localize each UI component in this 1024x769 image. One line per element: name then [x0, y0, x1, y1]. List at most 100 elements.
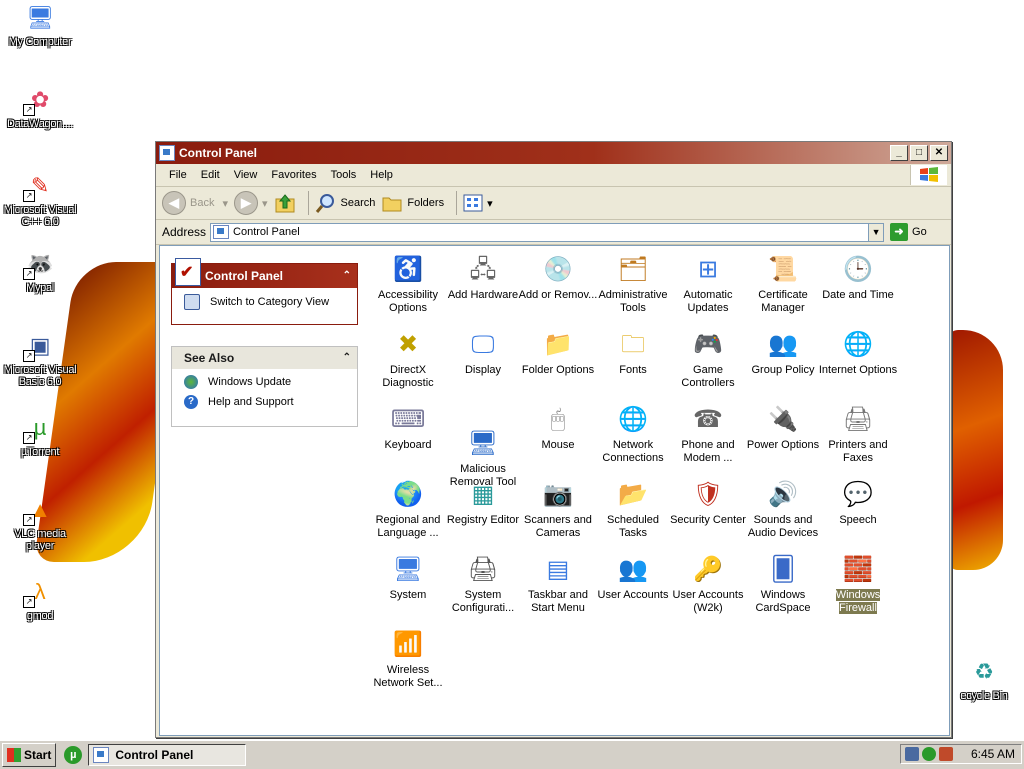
cp-item-sound[interactable]: 🔊 Sounds and Audio Devices: [743, 477, 823, 540]
close-button[interactable]: ✕: [930, 145, 948, 161]
visual-cpp-icon: ✎ ↗: [23, 170, 57, 202]
menu-file[interactable]: File: [162, 169, 194, 181]
cp-item-power[interactable]: 🔌 Power Options: [743, 402, 823, 452]
minimize-button[interactable]: _: [890, 145, 908, 161]
title-bar[interactable]: Control Panel _ □ ✕: [156, 142, 951, 164]
address-label: Address: [162, 225, 207, 239]
cp-item-internet-options[interactable]: 🌐 Internet Options: [818, 327, 898, 377]
windows-update-link[interactable]: Windows Update: [172, 369, 357, 389]
help-support-link[interactable]: ? Help and Support: [172, 389, 357, 409]
cp-item-firewall[interactable]: 🧱 Windows Firewall: [818, 552, 898, 615]
cp-item-phone-modem[interactable]: ☎ Phone and Modem ...: [668, 402, 748, 465]
vlc-icon: ▲ ↗: [23, 494, 57, 526]
cp-item-label: Mouse: [541, 439, 575, 451]
cp-item-label: Scanners and Cameras: [524, 514, 592, 539]
computer-icon: 🖥: [26, 5, 54, 30]
cp-item-security[interactable]: 🛡 Security Center: [668, 477, 748, 527]
cp-item-network[interactable]: 🌐 Network Connections: [593, 402, 673, 465]
desktop-icon-computer[interactable]: 🖥 My Computer: [0, 2, 80, 48]
cp-item-keyboard[interactable]: ⌨ Keyboard: [368, 402, 448, 452]
desktop-icon-visual-cpp[interactable]: ✎ ↗ Microsoft Visual C++ 6.0: [0, 170, 80, 228]
desktop-icon-visual-basic[interactable]: ▣ ↗ Microsoft Visual Basic 6.0: [0, 330, 80, 388]
speech-icon: 💬: [843, 480, 873, 508]
cp-item-label: Display: [464, 364, 502, 376]
cp-item-user-accounts-w2k[interactable]: 🔑 User Accounts (W2k): [668, 552, 748, 615]
menu-help[interactable]: Help: [363, 169, 400, 181]
address-input[interactable]: Control Panel ▼: [210, 222, 885, 242]
desktop-icon-datawagon[interactable]: ✿ ↗ DataWagon....: [0, 84, 80, 130]
cp-item-directx[interactable]: ✖ DirectX Diagnostic: [368, 327, 448, 390]
menu-edit[interactable]: Edit: [194, 169, 227, 181]
cp-item-game-controller[interactable]: 🎮 Game Controllers: [668, 327, 748, 390]
cp-item-label: Security Center: [670, 514, 746, 526]
folders-button[interactable]: Folders: [381, 192, 444, 214]
desktop-icon-vlc[interactable]: ▲ ↗ VLC media player: [0, 494, 80, 552]
menu-favorites[interactable]: Favorites: [264, 169, 323, 181]
shortcut-arrow-icon: ↗: [23, 514, 35, 526]
back-button[interactable]: ◀ Back ▾: [162, 191, 228, 215]
cp-item-certificate[interactable]: 📜 Certificate Manager: [743, 252, 823, 315]
maximize-button[interactable]: □: [910, 145, 928, 161]
cp-item-accessibility[interactable]: ♿ Accessibility Options: [368, 252, 448, 315]
collapse-chevron-icon[interactable]: ⌃: [343, 264, 351, 288]
utorrent-quicklaunch-icon[interactable]: µ: [64, 746, 83, 764]
desktop-icon-gmod[interactable]: λ ↗ gmod: [0, 576, 80, 622]
category-view-icon: [184, 294, 200, 310]
datawagon-icon: ✿ ↗: [23, 84, 57, 116]
cp-item-label: System Configurati...: [451, 589, 515, 614]
taskbar-item-control-panel[interactable]: Control Panel: [88, 744, 247, 766]
views-button[interactable]: ▾: [463, 193, 493, 213]
menu-bar: File Edit View Favorites Tools Help: [156, 164, 951, 187]
cp-item-automatic-updates[interactable]: ⊞ Automatic Updates: [668, 252, 748, 315]
cp-item-system[interactable]: 🖥 System: [368, 552, 448, 602]
cp-item-add-remove-programs[interactable]: 💿 Add or Remov...: [518, 252, 598, 302]
clock: 6:45 AM: [970, 747, 1015, 761]
cp-item-taskbar[interactable]: ▤ Taskbar and Start Menu: [518, 552, 598, 615]
up-button[interactable]: [274, 192, 296, 214]
go-button[interactable]: ➜ Go: [890, 223, 927, 241]
address-dropdown-icon[interactable]: ▼: [868, 223, 884, 241]
toolbar: ◀ Back ▾ ▶ ▾ Search Folders ▾: [156, 187, 951, 220]
forward-arrow-icon: ▶: [234, 191, 258, 215]
cp-item-mouse[interactable]: 🖱 Mouse: [518, 402, 598, 452]
cp-item-fonts[interactable]: 🗀 Fonts: [593, 327, 673, 377]
collapse-chevron-icon[interactable]: ⌃: [343, 347, 351, 369]
cp-item-speech[interactable]: 💬 Speech: [818, 477, 898, 527]
cp-item-registry[interactable]: ▦ Registry Editor: [443, 477, 523, 527]
cp-item-cardspace[interactable]: 🂠 Windows CardSpace: [743, 552, 823, 615]
cp-item-user-accounts[interactable]: 👥 User Accounts: [593, 552, 673, 602]
cp-item-display[interactable]: 🖵 Display: [443, 327, 523, 377]
cp-item-system-config[interactable]: 🖨 System Configurati...: [443, 552, 523, 615]
cp-item-scanner[interactable]: 📷 Scanners and Cameras: [518, 477, 598, 540]
cp-item-group-policy[interactable]: 👥 Group Policy: [743, 327, 823, 377]
cp-item-label: Certificate Manager: [758, 289, 808, 314]
cp-item-label: Keyboard: [384, 439, 432, 451]
menu-view[interactable]: View: [227, 169, 265, 181]
desktop-icon-utorrent[interactable]: µ ↗ µTorrent: [0, 412, 80, 458]
see-also-header[interactable]: See Also ⌃: [172, 347, 357, 369]
task-pane-header[interactable]: Control Panel ⌃: [172, 258, 357, 288]
cp-item-add-hardware[interactable]: 🖧 Add Hardware: [443, 252, 523, 302]
cp-item-folder-options[interactable]: 📁 Folder Options: [518, 327, 598, 377]
start-button[interactable]: Start: [2, 743, 57, 767]
cp-item-administrative-tools[interactable]: 🗂 Administrative Tools: [593, 252, 673, 315]
folder-options-icon: 📁: [543, 330, 573, 358]
desktop-icon-mypal[interactable]: 🦝 ↗ Mypal: [0, 248, 80, 294]
cp-item-date-time[interactable]: 🕒 Date and Time: [818, 252, 898, 302]
menu-tools[interactable]: Tools: [324, 169, 364, 181]
search-button[interactable]: Search: [315, 192, 375, 214]
cp-item-regional[interactable]: 🌍 Regional and Language ...: [368, 477, 448, 540]
switch-category-view-link[interactable]: Switch to Category View: [172, 288, 357, 310]
desktop-icon-recycle-bin[interactable]: ♻ ecycle Bin: [944, 656, 1024, 702]
windows-update-icon: [184, 375, 198, 389]
cp-item-scheduled-tasks[interactable]: 📂 Scheduled Tasks: [593, 477, 673, 540]
security-tray-icon[interactable]: [939, 747, 953, 761]
cp-item-wireless[interactable]: 📶 Wireless Network Set...: [368, 627, 448, 690]
cp-item-printer[interactable]: 🖨 Printers and Faxes: [818, 402, 898, 465]
cp-item-label: Printers and Faxes: [828, 439, 888, 464]
network-tray-icon[interactable]: [905, 747, 919, 761]
utorrent-tray-icon[interactable]: [922, 747, 936, 761]
back-arrow-icon: ◀: [162, 191, 186, 215]
forward-button[interactable]: ▶ ▾: [234, 191, 268, 215]
desktop-icon-label: Microsoft Visual C++ 6.0: [3, 204, 77, 228]
